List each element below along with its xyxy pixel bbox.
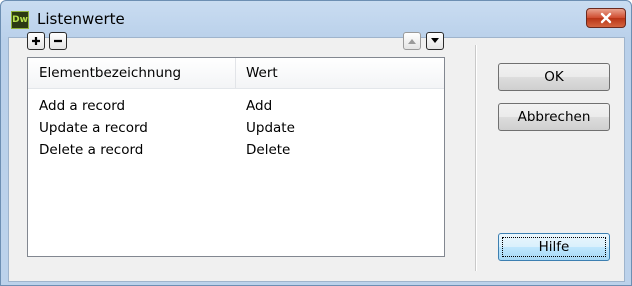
vertical-divider xyxy=(475,45,477,271)
table-row[interactable]: Add a record Add xyxy=(28,96,444,118)
remove-item-button[interactable] xyxy=(49,32,67,50)
list-header: Elementbezeichnung Wert xyxy=(28,58,444,89)
minus-icon xyxy=(54,39,62,43)
dialog-window: Dw Listenwerte Elementbezeichnung Wert A… xyxy=(0,0,632,286)
arrow-down-icon xyxy=(431,38,439,43)
title-bar[interactable]: Dw Listenwerte xyxy=(1,1,631,37)
arrow-up-icon xyxy=(408,39,416,44)
dreamweaver-app-icon: Dw xyxy=(11,11,29,29)
help-button[interactable]: Hilfe xyxy=(498,233,610,261)
row-value-cell: Update xyxy=(246,120,295,136)
dialog-title: Listenwerte xyxy=(37,10,125,28)
row-value-cell: Delete xyxy=(246,142,291,158)
column-divider[interactable] xyxy=(235,58,236,88)
move-up-button[interactable] xyxy=(403,32,421,50)
column-header-label[interactable]: Elementbezeichnung xyxy=(39,65,181,81)
list-values-table[interactable]: Elementbezeichnung Wert Add a record Add… xyxy=(27,57,445,257)
column-header-value[interactable]: Wert xyxy=(246,65,278,81)
close-icon xyxy=(600,12,612,24)
move-down-button[interactable] xyxy=(426,32,444,50)
row-label-cell: Delete a record xyxy=(39,142,144,158)
row-value-cell: Add xyxy=(246,98,273,114)
ok-button-label: OK xyxy=(544,69,564,85)
cancel-button[interactable]: Abbrechen xyxy=(498,103,610,131)
row-label-cell: Add a record xyxy=(39,98,126,114)
add-item-button[interactable] xyxy=(27,32,45,50)
ok-button[interactable]: OK xyxy=(498,63,610,91)
close-button[interactable] xyxy=(586,8,626,28)
focus-ring xyxy=(502,237,606,257)
cancel-button-label: Abbrechen xyxy=(517,109,591,125)
table-row[interactable]: Update a record Update xyxy=(28,118,444,140)
row-label-cell: Update a record xyxy=(39,120,148,136)
table-row[interactable]: Delete a record Delete xyxy=(28,140,444,162)
plus-icon xyxy=(32,37,40,45)
